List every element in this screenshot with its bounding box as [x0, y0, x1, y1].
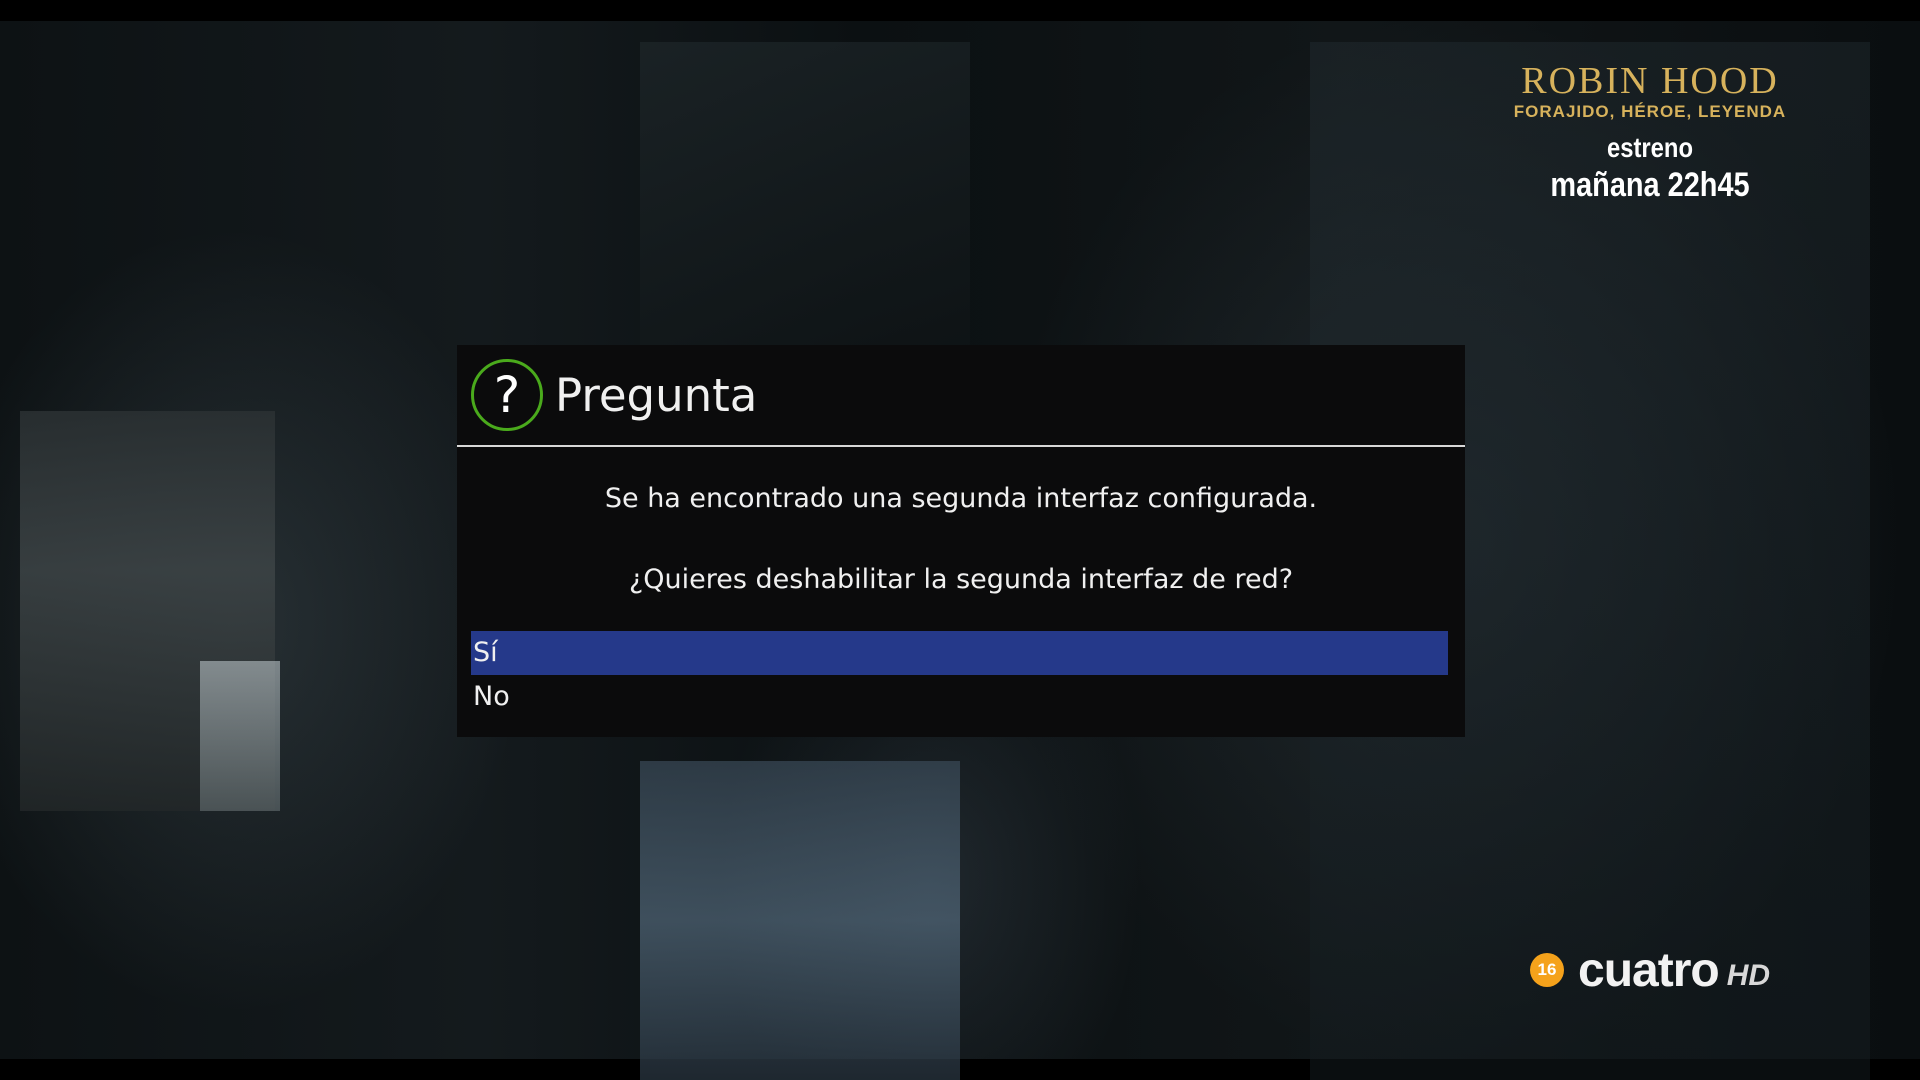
dialog-message-line-2: ¿Quieres deshabilitar la segunda interfa…: [628, 564, 1294, 595]
promo-title: ROBIN HOOD: [1521, 60, 1779, 102]
promo-schedule-text: mañana 22h45: [1550, 166, 1750, 204]
option-no[interactable]: No: [471, 675, 1448, 719]
scene-light: [200, 661, 280, 811]
program-promo: ROBIN HOOD FORAJIDO, HÉROE, LEYENDA estr…: [1470, 62, 1830, 205]
tv-screen: ROBIN HOOD FORAJIDO, HÉROE, LEYENDA estr…: [0, 0, 1920, 1080]
channel-logo: 16 cuatro HD: [1530, 940, 1770, 1000]
promo-premiere-text: estreno: [1607, 132, 1693, 163]
dialog-header: ? Pregunta: [457, 345, 1465, 447]
question-icon: ?: [471, 359, 543, 431]
age-rating-badge: 16: [1530, 953, 1564, 987]
dialog-options-list: Sí No: [471, 631, 1448, 719]
option-yes[interactable]: Sí: [471, 631, 1448, 675]
question-dialog: ? Pregunta Se ha encontrado una segunda …: [457, 345, 1465, 737]
channel-name: cuatro: [1578, 943, 1720, 997]
channel-hd-label: HD: [1726, 959, 1771, 992]
scene-curtain: [640, 42, 970, 362]
promo-subtitle: FORAJIDO, HÉROE, LEYENDA: [1513, 102, 1787, 121]
dialog-title: Pregunta: [555, 368, 758, 422]
dialog-message-line-1: Se ha encontrado una segunda interfaz co…: [604, 483, 1318, 514]
scene-figure: [640, 761, 960, 1080]
